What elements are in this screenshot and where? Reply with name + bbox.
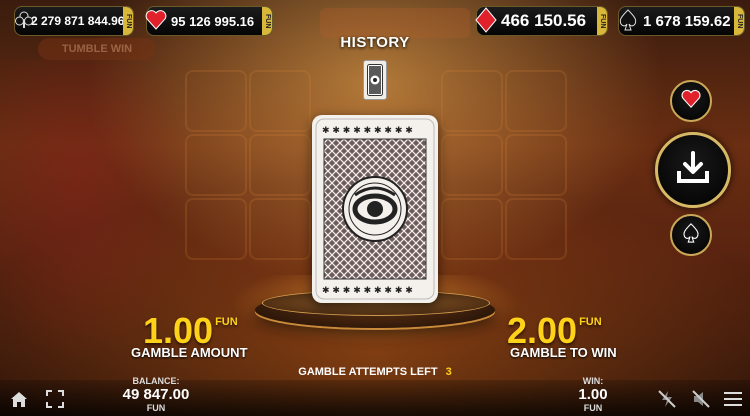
jackpot-spade-fun: FUN [734, 7, 744, 35]
jackpot-spade-amount: 1 678 159.62 [643, 12, 731, 30]
jackpot-diamond: 466 150.56 FUN [475, 6, 608, 36]
gamble-win-label: GAMBLE TO WIN [510, 345, 617, 360]
red-gamble-button[interactable] [670, 80, 712, 122]
jackpot-spade: 1 678 159.62 FUN [618, 6, 745, 36]
gamble-win-currency: FUN [579, 316, 602, 328]
home-button[interactable] [8, 390, 30, 412]
home-icon [9, 390, 29, 413]
gamble-amount-currency: FUN [215, 316, 238, 328]
gamble-attempts-label: GAMBLE ATTEMPTS LEFT [298, 366, 438, 378]
turbo-off-icon [657, 389, 677, 414]
heart-icon [680, 89, 702, 114]
jackpot-diamond-fun: FUN [597, 7, 607, 35]
sound-button[interactable] [690, 389, 712, 414]
jackpot-club: 2 279 871 844.96 FUN [14, 6, 134, 36]
win-label: WIN: [582, 376, 604, 386]
balance-currency: FUN [146, 403, 166, 413]
jackpot-club-amount: 2 279 871 844.96 [31, 14, 125, 28]
balance-label: BALANCE: [132, 376, 180, 386]
svg-text:✱ ✱ ✱ ✱ ✱ ✱ ✱ ✱ ✱: ✱ ✱ ✱ ✱ ✱ ✱ ✱ ✱ ✱ [322, 126, 413, 136]
sound-off-icon [691, 389, 711, 414]
balance-value: 49 847.00 [122, 386, 190, 403]
gamble-amount-label: GAMBLE AMOUNT [131, 345, 248, 360]
win-currency: FUN [583, 403, 603, 413]
collect-button[interactable] [655, 132, 731, 208]
gamble-attempts-value: 3 [445, 366, 452, 378]
menu-icon [724, 391, 742, 412]
history-title: HISTORY [340, 34, 410, 51]
heart-icon [141, 3, 171, 37]
club-icon [9, 3, 39, 37]
spade-icon [681, 222, 701, 249]
spade-icon [613, 3, 643, 37]
black-gamble-button[interactable] [670, 214, 712, 256]
fullscreen-button[interactable] [44, 389, 66, 413]
jackpot-diamond-amount: 466 150.56 [501, 11, 587, 30]
gamble-card[interactable]: ✱ ✱ ✱ ✱ ✱ ✱ ✱ ✱ ✱ ✱ ✱ ✱ ✱ ✱ ✱ ✱ ✱ ✱ [312, 115, 438, 303]
win-value: 1.00 [578, 386, 608, 403]
jackpot-heart-fun: FUN [262, 7, 272, 35]
turbo-button[interactable] [656, 389, 678, 414]
svg-text:✱ ✱ ✱ ✱ ✱ ✱ ✱ ✱ ✱: ✱ ✱ ✱ ✱ ✱ ✱ ✱ ✱ ✱ [322, 286, 413, 296]
history-card[interactable] [363, 60, 387, 100]
menu-button[interactable] [722, 390, 744, 412]
jackpot-heart: 95 126 995.16 FUN [145, 6, 273, 36]
download-icon [675, 150, 711, 190]
diamond-icon [471, 3, 501, 37]
jackpot-club-fun: FUN [123, 7, 133, 35]
jackpot-heart-amount: 95 126 995.16 [171, 13, 255, 29]
fullscreen-icon [46, 389, 64, 413]
